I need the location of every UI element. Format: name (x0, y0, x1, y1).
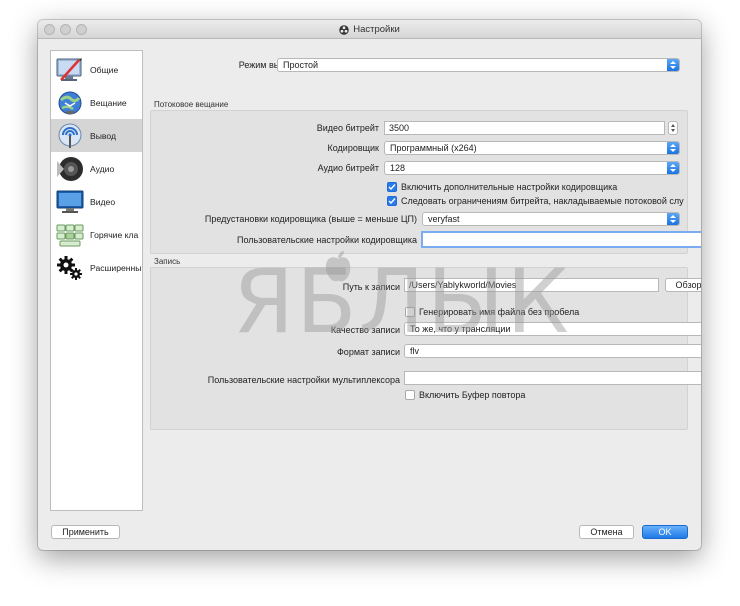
sidebar-item-stream[interactable]: Вещание (51, 86, 142, 119)
speaker-icon (54, 154, 86, 184)
streaming-section-title: Потоковое вещание (154, 100, 229, 109)
recording-quality-value: То же, что у трансляции (410, 324, 511, 334)
replay-buffer-label: Включить Буфер повтора (419, 390, 526, 400)
sidebar-item-label: Расширенны (90, 262, 142, 273)
replay-buffer-checkbox-row[interactable]: Включить Буфер повтора (405, 390, 685, 400)
recording-quality-label: Качество записи (330, 325, 400, 335)
bitrate-limits-checkbox-row[interactable]: Следовать ограничениям битрейта, наклады… (387, 196, 689, 206)
apply-button[interactable]: Применить (51, 525, 120, 539)
advanced-encoder-label: Включить дополнительные настройки кодиро… (401, 182, 618, 192)
sidebar-item-label: Горячие кла (90, 229, 139, 240)
settings-window: Настройки Общие Вещание Вывод Аудио Виде… (38, 20, 701, 550)
broadcast-tower-icon (54, 121, 86, 151)
ok-button[interactable]: OK (642, 525, 688, 539)
no-space-filename-checkbox[interactable] (405, 307, 415, 317)
chevron-up-down-icon (667, 213, 679, 225)
output-mode-select[interactable]: Простой (277, 58, 680, 72)
zoom-window-button[interactable] (76, 24, 87, 35)
display-icon (54, 187, 86, 217)
recording-section-title: Запись (154, 257, 181, 266)
sidebar-item-audio[interactable]: Аудио (51, 152, 142, 185)
video-bitrate-input[interactable]: 3500 (384, 121, 665, 135)
video-bitrate-stepper[interactable] (668, 121, 678, 135)
sidebar-item-label: Аудио (90, 163, 115, 174)
keyboard-icon (54, 220, 86, 250)
settings-sidebar: Общие Вещание Вывод Аудио Видео Горячие … (50, 50, 143, 511)
audio-bitrate-label: Аудио битрейт (317, 163, 379, 173)
sidebar-item-hotkeys[interactable]: Горячие кла (51, 218, 142, 251)
sidebar-item-label: Общие (90, 64, 119, 75)
recording-path-input[interactable]: /Users/Yablykworld/Movies (404, 278, 659, 292)
globe-broadcast-icon (54, 88, 86, 118)
chevron-up-down-icon (667, 142, 679, 154)
obs-logo-icon (339, 24, 349, 35)
recording-quality-select[interactable]: То же, что у трансляции (404, 322, 701, 336)
encoder-preset-value: veryfast (428, 214, 460, 224)
close-window-button[interactable] (44, 24, 55, 35)
custom-encoder-label: Пользовательские настройки кодировщика (237, 235, 417, 245)
gears-icon (54, 253, 86, 283)
recording-path-label: Путь к записи (342, 282, 400, 292)
muxer-settings-label: Пользовательские настройки мультиплексор… (207, 375, 400, 385)
sidebar-item-output[interactable]: Вывод (51, 119, 142, 152)
chevron-up-down-icon (667, 59, 679, 71)
advanced-encoder-checkbox[interactable] (387, 182, 397, 192)
recording-path-value: /Users/Yablykworld/Movies (409, 280, 517, 290)
no-space-filename-label: Генерировать имя файла без пробела (419, 307, 580, 317)
muxer-settings-input[interactable] (404, 371, 701, 385)
replay-buffer-checkbox[interactable] (405, 390, 415, 400)
no-space-filename-checkbox-row[interactable]: Генерировать имя файла без пробела (405, 307, 685, 317)
encoder-preset-select[interactable]: veryfast (422, 212, 680, 226)
audio-bitrate-select[interactable]: 128 (384, 161, 680, 175)
recording-format-value: flv (410, 346, 419, 356)
video-bitrate-label: Видео битрейт (316, 123, 379, 133)
cancel-button-label: Отмена (590, 527, 623, 537)
encoder-select[interactable]: Программный (x264) (384, 141, 680, 155)
apply-button-label: Применить (62, 527, 109, 537)
advanced-encoder-checkbox-row[interactable]: Включить дополнительные настройки кодиро… (387, 182, 687, 192)
bitrate-limits-checkbox[interactable] (387, 196, 397, 206)
chevron-up-down-icon (667, 162, 679, 174)
bitrate-limits-label: Следовать ограничениям битрейта, наклады… (401, 196, 684, 206)
checkmark-icon (388, 198, 396, 205)
output-mode-value: Простой (283, 60, 319, 70)
monitor-pen-icon (54, 55, 86, 85)
minimize-window-button[interactable] (60, 24, 71, 35)
checkmark-icon (388, 184, 396, 191)
encoder-label: Кодировщик (327, 143, 380, 153)
sidebar-item-label: Вещание (90, 97, 127, 108)
encoder-preset-label: Предустановки кодировщика (выше = меньше… (204, 214, 417, 224)
sidebar-item-general[interactable]: Общие (51, 53, 142, 86)
window-title: Настройки (353, 24, 400, 35)
encoder-value: Программный (x264) (390, 143, 477, 153)
recording-format-label: Формат записи (336, 347, 400, 357)
audio-bitrate-value: 128 (390, 163, 406, 173)
output-settings-panel: Режим вывода Простой Потоковое вещание В… (150, 50, 701, 520)
sidebar-item-video[interactable]: Видео (51, 185, 142, 218)
video-bitrate-value: 3500 (389, 123, 410, 133)
custom-encoder-input[interactable] (421, 231, 701, 248)
sidebar-item-label: Вывод (90, 130, 116, 141)
sidebar-item-advanced[interactable]: Расширенны (51, 251, 142, 284)
cancel-button[interactable]: Отмена (579, 525, 634, 539)
ok-button-label: OK (658, 527, 672, 537)
recording-format-select[interactable]: flv (404, 344, 701, 358)
browse-button-label: Обзор (675, 280, 702, 290)
browse-button[interactable]: Обзор (665, 278, 701, 292)
title-bar: Настройки (38, 20, 701, 39)
sidebar-item-label: Видео (90, 196, 116, 207)
